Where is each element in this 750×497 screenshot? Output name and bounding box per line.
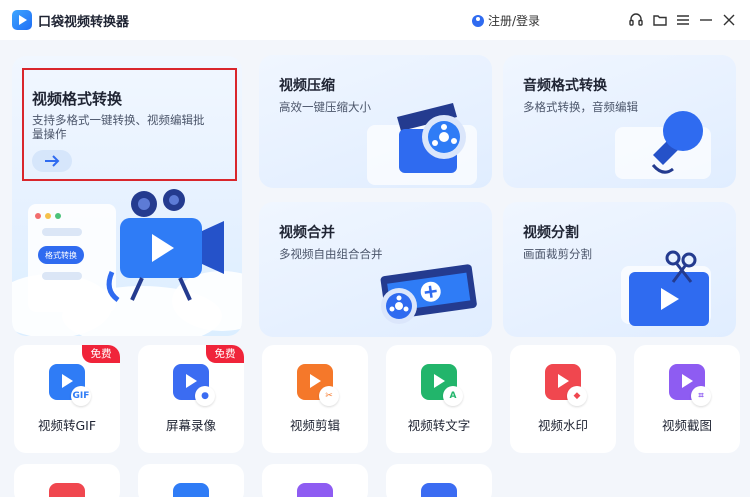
app-logo-icon bbox=[12, 10, 32, 30]
start-convert-button[interactable] bbox=[32, 150, 72, 172]
tool-card-1[interactable]: GIF 视频转GIF 免费 bbox=[14, 345, 120, 453]
tool-sub-icon: A bbox=[443, 386, 463, 406]
free-badge: 免费 bbox=[206, 345, 244, 363]
app-title: 口袋视频转换器 bbox=[38, 11, 129, 30]
tool-card-partial[interactable] bbox=[386, 464, 492, 497]
tool-sub-icon: ⌗ bbox=[691, 386, 711, 406]
tool-card-6[interactable]: ⌗ 视频截图 bbox=[634, 345, 740, 453]
tool-sub-icon: ● bbox=[195, 386, 215, 406]
video-screenshot-icon: ⌗ bbox=[669, 364, 705, 400]
menu-icon[interactable] bbox=[675, 12, 691, 28]
film-merge-icon bbox=[259, 202, 492, 337]
user-icon bbox=[472, 15, 484, 27]
screen-record-icon: ● bbox=[173, 364, 209, 400]
tool-label: 视频转文字 bbox=[386, 415, 492, 434]
arrow-right-icon bbox=[44, 155, 60, 167]
tool-card-5[interactable]: ◆ 视频水印 bbox=[510, 345, 616, 453]
tool-label: 视频转GIF bbox=[14, 415, 120, 434]
tool-card-4[interactable]: A 视频转文字 bbox=[386, 345, 492, 453]
free-badge: 免费 bbox=[82, 345, 120, 363]
tool-card-partial[interactable] bbox=[262, 464, 368, 497]
microphone-icon bbox=[503, 55, 736, 188]
tool-card-3[interactable]: ✂ 视频剪辑 bbox=[262, 345, 368, 453]
video-cut-icon: ✂ bbox=[297, 364, 333, 400]
tool-sub-icon: ✂ bbox=[319, 386, 339, 406]
featured-description: 支持多格式一键转换、视频编辑批量操作 bbox=[32, 113, 207, 141]
audio-format-convert-card[interactable]: 音频格式转换 多格式转换，音频编辑 bbox=[503, 55, 736, 188]
minimize-icon[interactable] bbox=[698, 12, 714, 28]
video-text-icon: A bbox=[421, 364, 457, 400]
tool-icon bbox=[49, 483, 85, 497]
illustration-tag: 格式转换 bbox=[38, 250, 84, 261]
login-button[interactable]: 注册/登录 bbox=[472, 12, 540, 29]
video-merge-card[interactable]: 视频合并 多视频自由组合合并 bbox=[259, 202, 492, 337]
tool-label: 屏幕录像 bbox=[138, 415, 244, 434]
video-compress-card[interactable]: 视频压缩 高效一键压缩大小 bbox=[259, 55, 492, 188]
tool-sub-icon: GIF bbox=[71, 386, 91, 406]
tool-label: 视频剪辑 bbox=[262, 415, 368, 434]
tool-label: 视频水印 bbox=[510, 415, 616, 434]
tool-card-partial[interactable] bbox=[138, 464, 244, 497]
login-label: 注册/登录 bbox=[488, 12, 540, 29]
clapperboard-icon bbox=[259, 55, 492, 188]
video-split-card[interactable]: 视频分割 画面裁剪分割 bbox=[503, 202, 736, 337]
tool-card-2[interactable]: ● 屏幕录像 免费 bbox=[138, 345, 244, 453]
tool-label: 视频截图 bbox=[634, 415, 740, 434]
tool-icon bbox=[297, 483, 333, 497]
close-icon[interactable] bbox=[721, 12, 737, 28]
tool-card-partial[interactable] bbox=[14, 464, 120, 497]
tool-icon bbox=[421, 483, 457, 497]
folder-icon[interactable] bbox=[652, 12, 668, 28]
video-split-icon bbox=[503, 202, 736, 337]
title-bar: 口袋视频转换器 注册/登录 bbox=[0, 0, 750, 40]
tool-sub-icon: ◆ bbox=[567, 386, 587, 406]
featured-title: 视频格式转换 bbox=[32, 88, 122, 109]
video-watermark-icon: ◆ bbox=[545, 364, 581, 400]
tool-icon bbox=[173, 483, 209, 497]
video-gif-icon: GIF bbox=[49, 364, 85, 400]
headset-icon[interactable] bbox=[628, 12, 644, 28]
